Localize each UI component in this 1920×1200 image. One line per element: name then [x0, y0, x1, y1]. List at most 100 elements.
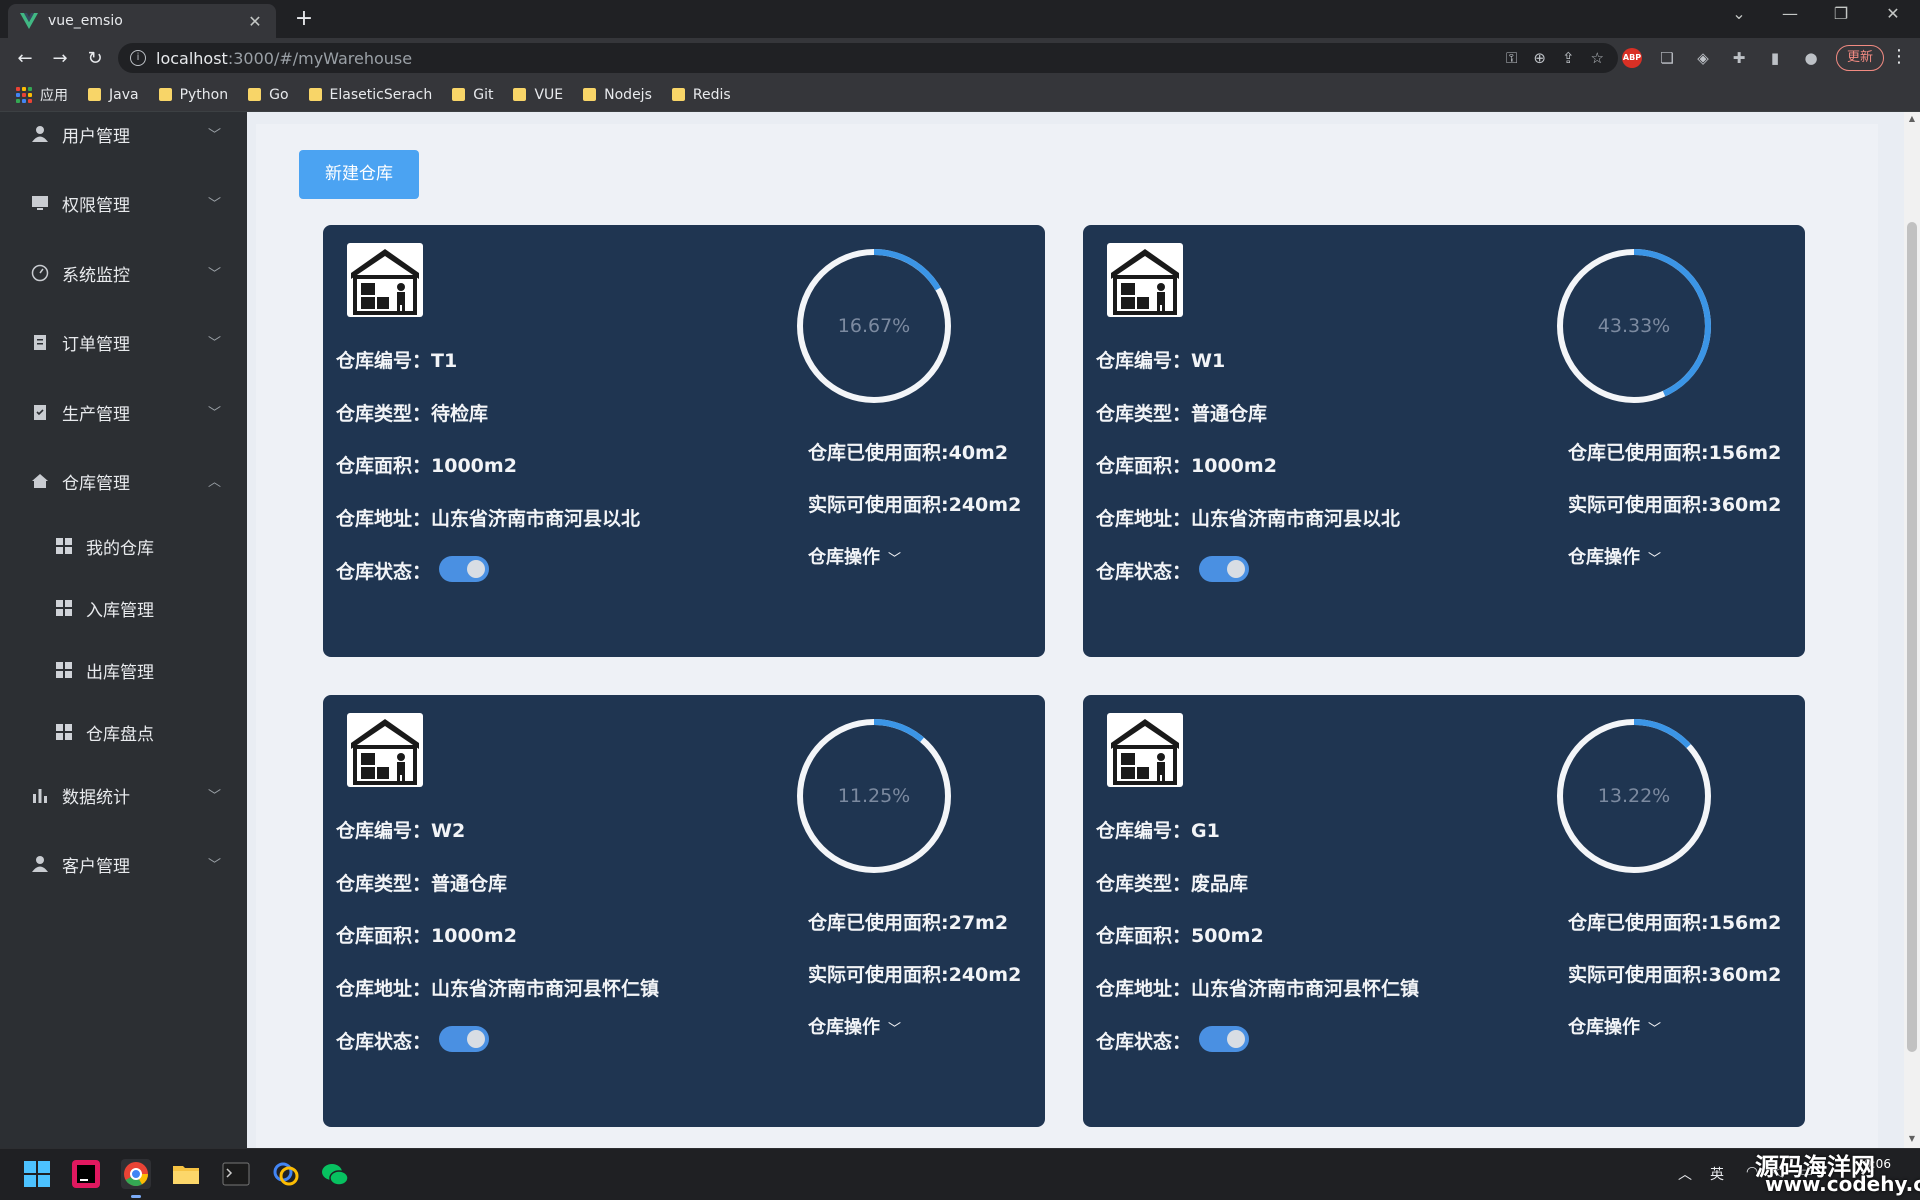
page-scrollbar[interactable]: ▲ ▼ — [1904, 112, 1920, 1148]
bar-chart-icon — [30, 785, 50, 805]
reload-icon[interactable]: ↻ — [82, 46, 108, 72]
zoom-icon[interactable]: ⊕ — [1533, 49, 1546, 67]
bookmark-go[interactable]: Go — [248, 87, 289, 103]
warehouse-status: 仓库状态： — [336, 1027, 431, 1054]
checklist-icon — [30, 402, 50, 422]
warehouse-address: 仓库地址：山东省济南市商河县以北 — [1096, 504, 1400, 531]
bookmark-label: 应用 — [40, 87, 68, 104]
stat-value: 40m2 — [948, 442, 1009, 464]
share-icon[interactable]: ⇪ — [1562, 49, 1575, 67]
bookmark-nodejs[interactable]: Nodejs — [583, 87, 652, 103]
bookmark-apps[interactable]: 应用 — [16, 85, 68, 105]
new-tab-button[interactable]: + — [290, 6, 318, 31]
sidebar-menu-statistics[interactable]: 数据统计 ﹀ — [0, 775, 247, 815]
browser-tab[interactable]: vue_emsio ✕ — [8, 4, 276, 38]
status-toggle[interactable] — [1199, 1026, 1249, 1052]
new-warehouse-button[interactable]: 新建仓库 — [299, 150, 419, 199]
warehouse-ops-dropdown[interactable]: 仓库操作 ﹀ — [1568, 543, 1661, 569]
warehouse-area: 仓库面积：500m2 — [1096, 921, 1264, 948]
puzzle-icon[interactable]: ✚ — [1728, 47, 1750, 69]
warehouse-ops-dropdown[interactable]: 仓库操作 ﹀ — [1568, 1013, 1661, 1039]
bookmark-python[interactable]: Python — [158, 87, 228, 103]
status-toggle[interactable] — [439, 556, 489, 582]
intellij-icon[interactable] — [71, 1159, 101, 1189]
bookmark-java[interactable]: Java — [88, 87, 139, 103]
home-icon — [30, 471, 50, 491]
field-label: 仓库编号： — [1096, 350, 1192, 372]
tab-close-icon[interactable]: ✕ — [246, 12, 264, 31]
apps-grid-icon — [16, 86, 32, 103]
restore-icon[interactable]: ❐ — [1826, 4, 1856, 23]
warehouse-ops-dropdown[interactable]: 仓库操作 ﹀ — [808, 543, 901, 569]
field-label: 仓库地址： — [1096, 508, 1192, 530]
address-bar[interactable]: i localhost :3000/#/myWarehouse ⚿ ⊕ ⇪ ☆ — [118, 43, 1618, 73]
used-area: 仓库已使用面积:156m2 — [1568, 908, 1781, 935]
sidebar-menu-label: 数据统计 — [62, 787, 130, 808]
sidebar-menu-label: 订单管理 — [62, 334, 130, 355]
wechat-icon[interactable] — [320, 1159, 350, 1189]
warehouse-code: 仓库编号：G1 — [1096, 816, 1220, 843]
bookmark-redis[interactable]: Redis — [671, 87, 731, 103]
copy-extension-icon[interactable]: ❏ — [1656, 47, 1678, 69]
forward-icon[interactable]: → — [47, 46, 73, 72]
chevron-down-icon: ﹀ — [207, 267, 221, 282]
sidebar-menu-customer[interactable]: 客户管理 ﹀ — [0, 844, 247, 884]
field-label: 仓库面积： — [1096, 455, 1192, 477]
update-button[interactable]: 更新 — [1836, 45, 1885, 71]
sidebar-item-my-warehouse[interactable]: 我的仓库 — [0, 526, 247, 566]
tray-chevron-icon[interactable]: ︿ — [1678, 1164, 1692, 1184]
sidebar-item-outbound[interactable]: 出库管理 — [0, 650, 247, 690]
adblock-icon[interactable]: ABP — [1622, 48, 1642, 68]
warehouse-code: 仓库编号：T1 — [336, 346, 457, 373]
warehouse-address: 仓库地址：山东省济南市商河县怀仁镇 — [1096, 974, 1419, 1001]
sidebar-item-inventory[interactable]: 仓库盘点 — [0, 712, 247, 752]
chrome-icon[interactable] — [121, 1159, 151, 1189]
field-value: 1000m2 — [431, 925, 517, 947]
key-icon[interactable]: ⚿ — [1506, 49, 1517, 67]
sidebar-item-label: 仓库盘点 — [86, 724, 154, 745]
sidebar-menu-permission[interactable]: 权限管理 ﹀ — [0, 183, 247, 223]
sidebar-menu-monitor[interactable]: 系统监控 ﹀ — [0, 253, 247, 293]
windows-start-icon[interactable] — [22, 1159, 52, 1189]
folder-icon — [583, 88, 597, 101]
tab-search-icon[interactable]: ⌄ — [1724, 4, 1754, 23]
app-icon[interactable] — [271, 1159, 301, 1189]
bookmark-git[interactable]: Git — [452, 87, 493, 103]
bookmark-label: Nodejs — [604, 86, 652, 103]
warehouse-ops-dropdown[interactable]: 仓库操作 ﹀ — [808, 1013, 901, 1039]
status-toggle[interactable] — [439, 1026, 489, 1052]
star-icon[interactable]: ☆ — [1591, 49, 1604, 67]
field-value: 山东省济南市商河县怀仁镇 — [431, 978, 660, 1000]
scroll-down-icon[interactable]: ▼ — [1907, 1134, 1917, 1143]
toggle-knob — [1227, 1030, 1245, 1048]
window-close-icon[interactable]: ✕ — [1878, 4, 1908, 23]
side-panel-icon[interactable]: ▮ — [1764, 47, 1786, 69]
minimize-icon[interactable]: — — [1775, 4, 1805, 23]
usage-percent-label: 13.22% — [1597, 785, 1671, 807]
bookmark-label: VUE — [534, 86, 564, 103]
sidebar-menu-production[interactable]: 生产管理 ﹀ — [0, 392, 247, 432]
status-toggle[interactable] — [1199, 556, 1249, 582]
info-icon[interactable]: i — [130, 50, 146, 66]
extension-icon[interactable]: ◈ — [1692, 47, 1714, 69]
sidebar-menu-user[interactable]: 用户管理 ﹀ — [0, 114, 247, 154]
back-icon[interactable]: ← — [12, 46, 38, 72]
bookmark-vue[interactable]: VUE — [513, 87, 563, 103]
scroll-up-icon[interactable]: ▲ — [1907, 114, 1917, 123]
terminal-icon[interactable] — [221, 1159, 251, 1189]
sidebar-menu-warehouse[interactable]: 仓库管理 ︿ — [0, 461, 247, 501]
warehouse-type: 仓库类型：普通仓库 — [336, 869, 507, 896]
scrollbar-thumb[interactable] — [1907, 222, 1917, 1052]
grid-icon — [56, 600, 72, 616]
field-value: 普通仓库 — [431, 873, 508, 895]
input-language[interactable]: 英 — [1710, 1164, 1724, 1184]
stat-value: 156m2 — [1708, 912, 1782, 934]
bookmark-elasticsearch[interactable]: ElaseticSerach — [308, 87, 432, 103]
sidebar-menu-order[interactable]: 订单管理 ﹀ — [0, 322, 247, 362]
profile-icon[interactable]: ● — [1800, 47, 1822, 69]
more-menu-icon[interactable]: ⋮ — [1890, 46, 1908, 67]
field-label: 仓库编号： — [336, 820, 432, 842]
toggle-knob — [1227, 560, 1245, 578]
file-explorer-icon[interactable] — [171, 1159, 201, 1189]
sidebar-item-inbound[interactable]: 入库管理 — [0, 588, 247, 628]
